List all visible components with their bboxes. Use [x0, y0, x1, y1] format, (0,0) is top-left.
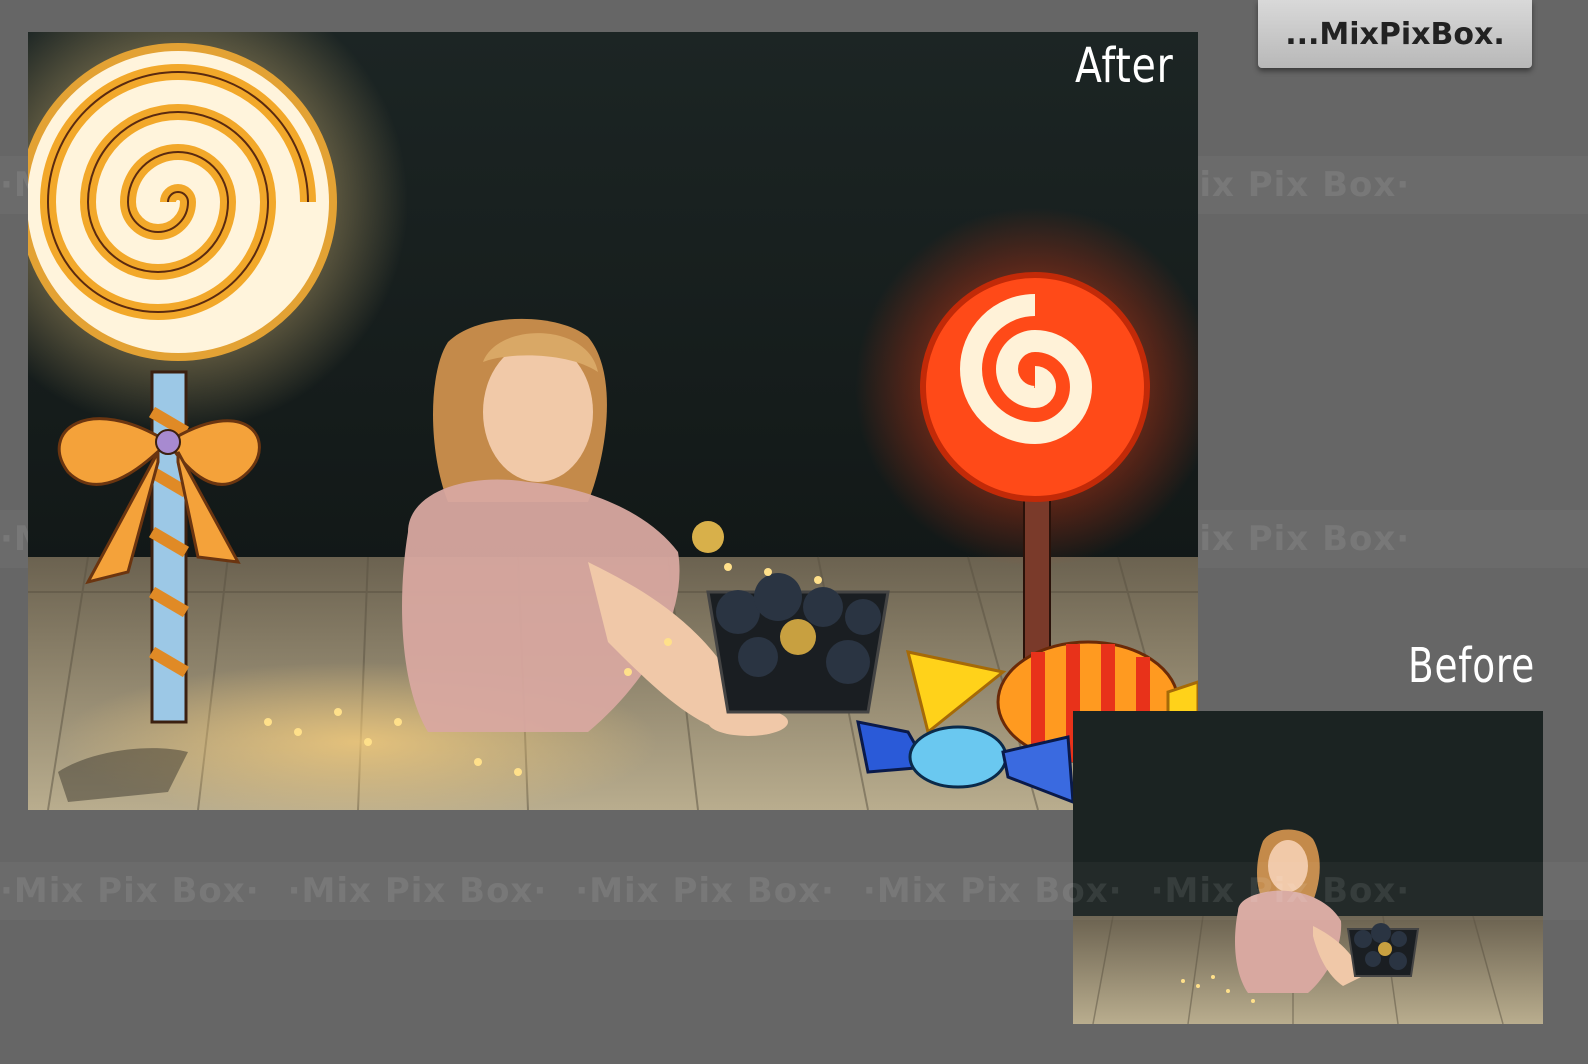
watermark-text: ·Mix Pix Box· [287, 871, 548, 911]
watermark-text: ·Mix Pix Box· [575, 871, 835, 911]
watermark-text: ·Mix Pix Box· [862, 871, 1123, 911]
watermark-band-3: ·Mix Pix Box· ·Mix Pix Box· ·Mix Pix Box… [0, 862, 1588, 920]
watermark-text: ·Mix Pix Box· [1150, 871, 1411, 911]
after-photo-illustration [28, 32, 1198, 810]
after-label: After [1075, 38, 1174, 94]
watermark-text: ·Mix Pix Box· [0, 871, 260, 911]
brand-logo-text: ...MixPixBox. [1285, 16, 1505, 52]
brand-logo-badge: ...MixPixBox. [1258, 0, 1532, 68]
before-label: Before [1408, 638, 1536, 694]
after-photo [28, 32, 1198, 810]
